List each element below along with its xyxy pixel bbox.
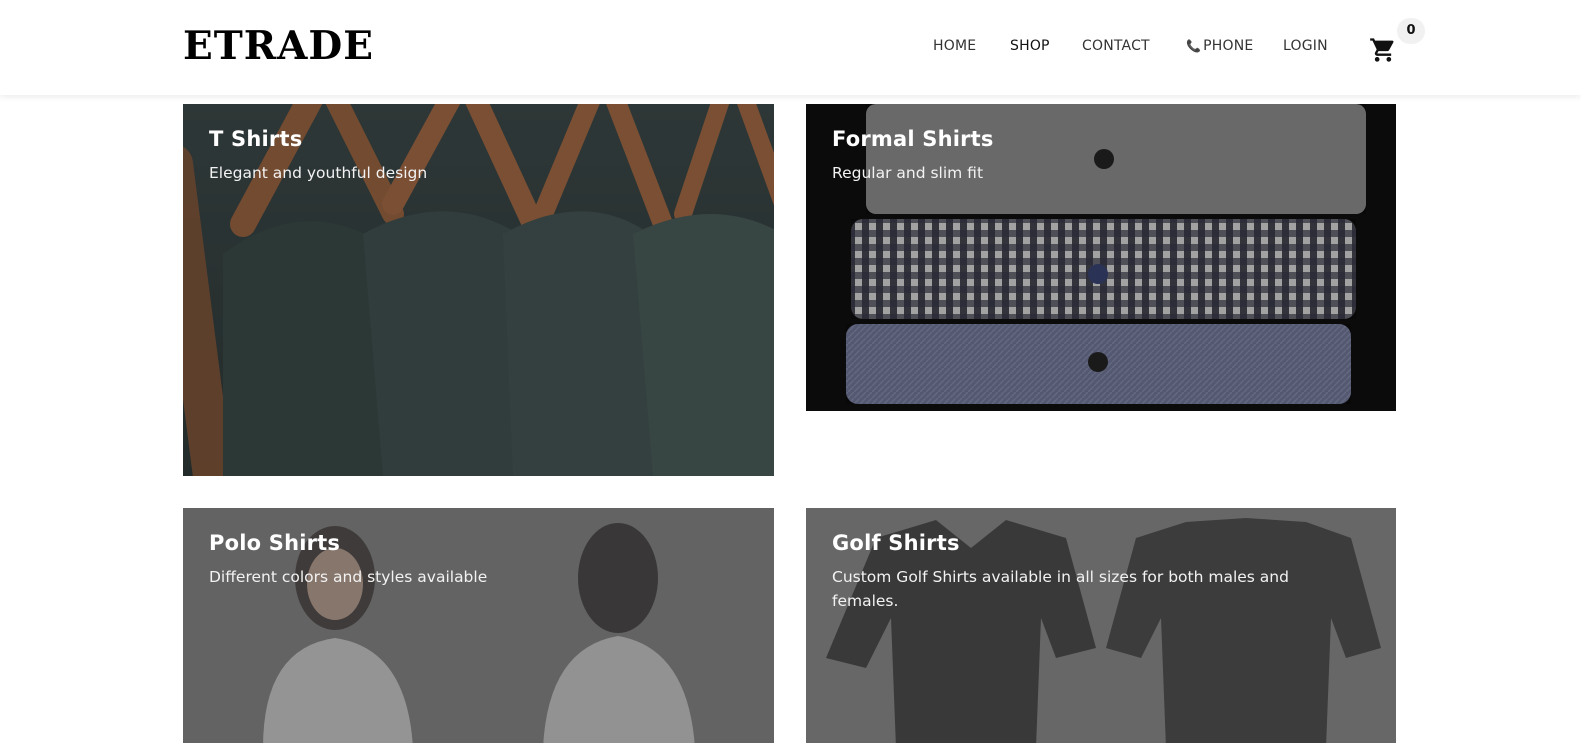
tile-subtitle: Elegant and youthful design: [209, 164, 428, 182]
tile-title: Golf Shirts: [832, 531, 960, 555]
category-tile-tshirts[interactable]: T Shirts Elegant and youthful design: [183, 104, 774, 476]
tile-title: Polo Shirts: [209, 531, 341, 555]
tile-subtitle: Different colors and styles available: [209, 568, 488, 586]
nav-contact[interactable]: CONTACT: [1082, 38, 1150, 54]
nav-phone[interactable]: 📞 PHONE: [1186, 38, 1253, 54]
nav-login[interactable]: LOGIN: [1283, 38, 1328, 54]
brand-logo[interactable]: ETRADE: [183, 22, 374, 70]
category-tile-golf-shirts[interactable]: Golf Shirts Custom Golf Shirts available…: [806, 508, 1396, 743]
tshirts-image: [183, 104, 774, 476]
cart-count-badge: 0: [1397, 18, 1425, 44]
nav-phone-label: PHONE: [1203, 38, 1254, 54]
tile-subtitle: Custom Golf Shirts available in all size…: [832, 568, 1289, 610]
cart-icon: [1370, 38, 1394, 62]
tile-title: Formal Shirts: [832, 127, 994, 151]
nav-shop[interactable]: SHOP: [1010, 38, 1050, 54]
cart-button[interactable]: [1368, 36, 1398, 64]
site-header: ETRADE HOME SHOP CONTACT 📞 PHONE LOGIN 0: [0, 0, 1581, 95]
tile-title: T Shirts: [209, 127, 303, 151]
tile-subtitle: Regular and slim fit: [832, 164, 984, 182]
category-tile-polo-shirts[interactable]: Polo Shirts Different colors and styles …: [183, 508, 774, 743]
phone-icon: 📞: [1186, 39, 1202, 53]
category-tile-formal-shirts[interactable]: Formal Shirts Regular and slim fit: [806, 104, 1396, 411]
nav-home[interactable]: HOME: [933, 38, 976, 54]
